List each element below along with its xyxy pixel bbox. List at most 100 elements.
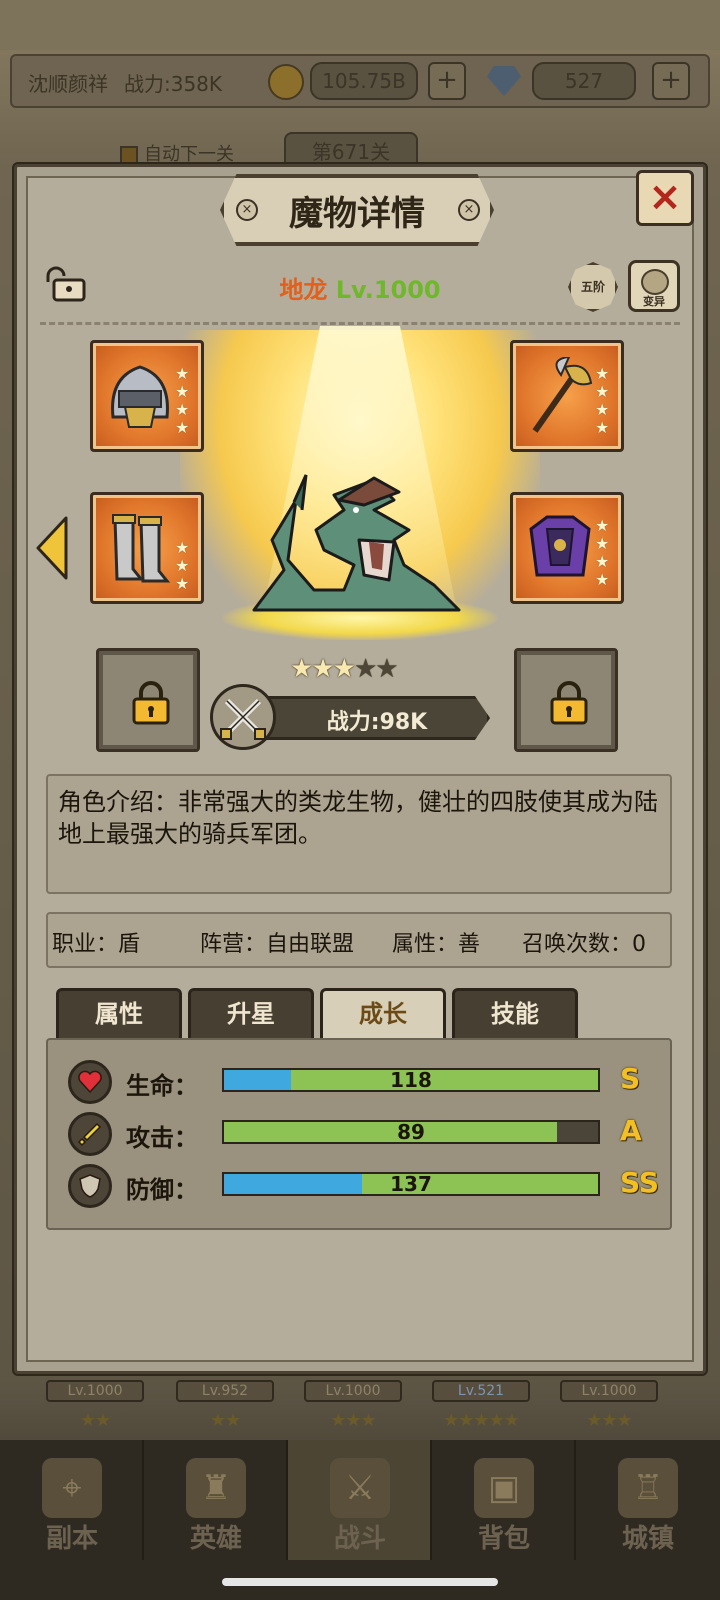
gem-amount: 527 [532,62,636,100]
close-button[interactable]: × [636,170,694,226]
stat-bar: 118 [222,1068,600,1092]
nav-town[interactable]: ♖ 城镇 [576,1440,720,1560]
hero-level: Lv.1000 [304,1380,402,1402]
nav-label: 副本 [45,1524,98,1554]
hero-stars: ★★★★★ [443,1410,520,1431]
hero-slot[interactable]: Lv.1000 ★★ [40,1376,150,1436]
nav-dungeon[interactable]: ⌖ 副本 [0,1440,144,1560]
equip-slot-armor[interactable]: ★ ★ ★ ★ [510,492,624,604]
tab-attributes[interactable]: 属性 [56,988,182,1040]
equip-slot-helmet[interactable]: ★ ★ ★ ★ [90,340,204,452]
hero-stars: ★★★ [330,1410,376,1431]
hero-slot[interactable]: Lv.1000 ★★★ [298,1376,408,1436]
stat-bar: 137 [222,1172,600,1196]
hero-stars: ★★★ [586,1410,632,1431]
stat-grade: A [620,1114,642,1147]
title-ornament-icon: × [236,199,258,221]
helmet-nav-icon: ♜ [186,1458,246,1518]
star-empty-icon: ★ [353,654,377,684]
padlock-icon [550,681,588,725]
stat-row-defense: 防御： 137 SS [48,1162,674,1208]
monster-title: 地龙 Lv.1000 [200,270,520,305]
mutate-label: 变异 [643,295,665,308]
nav-backpack[interactable]: ▣ 背包 [432,1440,576,1560]
add-gems-button[interactable]: + [652,62,690,100]
hero-strip: Lv.1000 ★★ Lv.952 ★★ Lv.1000 ★★★ Lv.521 ★★★★… [40,1376,680,1436]
star-filled-icon: ★ [311,654,334,684]
stat-grade: SS [620,1166,660,1199]
locked-slot-right[interactable] [514,648,618,752]
hero-stars: ★★ [79,1410,111,1431]
info-alignment: 属性：善 [392,932,481,957]
add-gold-button[interactable]: + [428,62,466,100]
padlock-icon [132,681,170,725]
stat-grade: S [620,1062,641,1095]
hero-slot[interactable]: Lv.521 ★★★★★ [426,1376,536,1436]
stat-value: 137 [390,1172,432,1196]
stat-value: 118 [390,1068,432,1092]
gold-amount: 105.75B [310,62,418,100]
hero-slot[interactable]: Lv.1000 ★★★ [554,1376,664,1436]
hero-slot[interactable]: Lv.952 ★★ [170,1376,280,1436]
skull-icon [641,269,669,295]
stat-row-hp: 生命： 118 S [48,1058,674,1104]
unlocked-padlock-icon[interactable] [42,266,86,302]
rank-badge[interactable]: 五阶 [568,262,618,312]
top-banner [0,0,720,50]
equip-stars: ★ ★ ★ ★ [175,364,190,437]
monster-description: 角色介绍：非常强大的类龙生物，健壮的四肢使其成为陆地上最强大的骑兵军团。 [58,788,658,848]
earth-dragon-sprite [252,474,461,612]
star-filled-icon: ★ [290,654,313,684]
backpack-icon: ▣ [474,1458,534,1518]
nav-label: 城镇 [621,1524,674,1554]
shield-icon [68,1164,112,1208]
hero-level: Lv.521 [432,1380,530,1402]
star-filled-icon: ★ [332,654,356,684]
combat-power-value: 战力:98K [326,710,428,735]
stat-label: 攻击： [126,1124,198,1152]
map-scroll-icon: ⌖ [42,1458,102,1518]
divider [40,322,680,325]
gold-coin-icon [268,64,304,100]
tab-star-up[interactable]: 升星 [188,988,314,1040]
mutate-button[interactable]: 变异 [628,260,680,312]
player-name: 沈顺颜祥 [28,72,108,96]
sword-icon [68,1112,112,1156]
boots-icon [112,514,171,583]
nav-label: 英雄 [189,1524,242,1554]
armor-icon [529,515,591,577]
equip-slot-boots[interactable]: ★ ★ ★ [90,492,204,604]
bottom-nav: ⌖ 副本 ♜ 英雄 ⚔ 战斗 ▣ 背包 ♖ 城镇 [0,1440,720,1600]
equip-slot-weapon[interactable]: ★ ★ ★ ★ [510,340,624,452]
equip-stars: ★ ★ ★ ★ [595,364,610,437]
castle-icon: ♖ [618,1458,678,1518]
stat-label: 防御： [126,1176,198,1204]
stat-bar: 89 [222,1120,600,1144]
stat-value: 89 [397,1120,425,1144]
monster-name: 地龙 [279,276,328,304]
tab-growth[interactable]: 成长 [320,988,446,1042]
info-class: 职业：盾 [52,932,141,957]
info-faction: 阵营：自由联盟 [200,932,355,957]
hero-level: Lv.1000 [46,1380,144,1402]
auto-next-checkbox[interactable] [120,146,138,164]
crossed-swords-icon [210,684,276,750]
monster-level: Lv.1000 [335,276,441,304]
star-rating: ★★★★★ [290,654,430,684]
stat-row-attack: 攻击： 89 A [48,1110,674,1156]
equip-stars: ★ ★ ★ [175,538,190,593]
nav-heroes[interactable]: ♜ 英雄 [144,1440,288,1560]
star-empty-icon: ★ [375,654,398,684]
home-indicator[interactable] [222,1578,498,1586]
stat-label: 生命： [126,1072,198,1100]
auto-next-label: 自动下一关 [144,144,234,165]
nav-battle[interactable]: ⚔ 战斗 [288,1440,432,1560]
tab-skills[interactable]: 技能 [452,988,578,1040]
locked-slot-left[interactable] [96,648,200,752]
prev-monster-arrow[interactable] [34,516,70,580]
hero-level: Lv.952 [176,1380,274,1402]
nav-label: 战斗 [333,1524,386,1554]
equip-stars: ★ ★ ★ ★ [595,516,610,589]
nav-label: 背包 [477,1524,530,1554]
title-ornament-icon: × [458,199,480,221]
